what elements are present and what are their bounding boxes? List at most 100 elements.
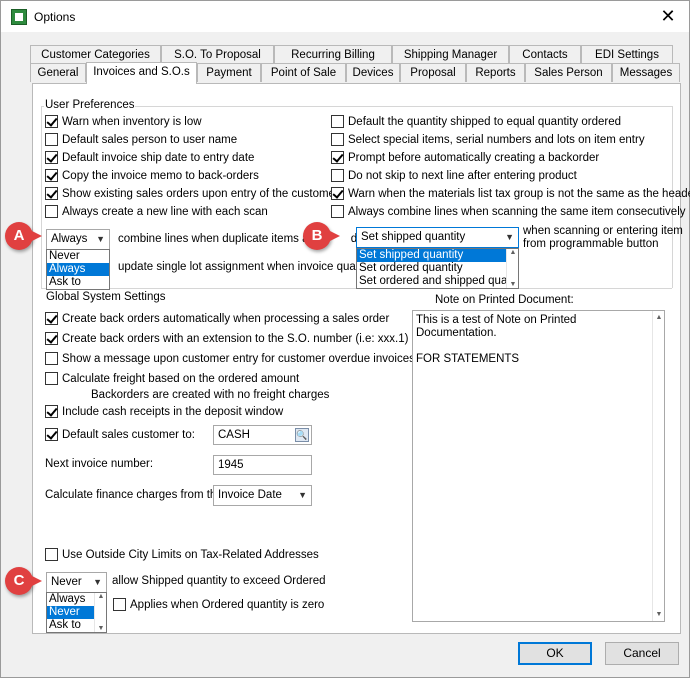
dropdown-option[interactable]: Ask to	[47, 619, 94, 632]
scroll-down-icon[interactable]: ▼	[653, 611, 665, 618]
checkbox-box[interactable]	[331, 151, 344, 164]
checkbox-include-cash-receipts-in-the-deposit-win[interactable]: Include cash receipts in the deposit win…	[45, 405, 283, 418]
tab-payment[interactable]: Payment	[197, 63, 261, 82]
checkbox-box[interactable]	[45, 372, 58, 385]
next-invoice-label: Next invoice number:	[45, 458, 154, 470]
callout-badge-b: B	[303, 222, 340, 250]
checkbox-box[interactable]	[45, 115, 58, 128]
scanning-label-2: from programmable button	[523, 238, 659, 250]
checkbox-box[interactable]	[45, 187, 58, 200]
note-label: Note on Printed Document:	[435, 294, 574, 306]
tab-edi-settings[interactable]: EDI Settings	[581, 45, 673, 64]
combine-lines-combo[interactable]: Always ▼	[46, 229, 110, 250]
checkbox-box[interactable]	[45, 352, 58, 365]
outside-city-checkbox[interactable]: Use Outside City Limits on Tax-Related A…	[45, 548, 319, 561]
checkbox-warn-when-the-materials-list-tax-group-i[interactable]: Warn when the materials list tax group i…	[331, 187, 690, 200]
checkbox-default-the-quantity-shipped-to-equal-qu[interactable]: Default the quantity shipped to equal qu…	[331, 115, 621, 128]
checkbox-copy-the-invoice-memo-to-back-orders[interactable]: Copy the invoice memo to back-orders	[45, 169, 259, 182]
checkbox-default-sales-customer-to[interactable]: Default sales customer to:	[45, 428, 195, 441]
close-icon[interactable]: ✕	[657, 5, 679, 27]
dropdown-option[interactable]: Always	[47, 593, 94, 606]
dropdown-option[interactable]: Always	[47, 263, 109, 276]
checkbox-always-create-a-new-line-with-each-scan[interactable]: Always create a new line with each scan	[45, 205, 268, 218]
tab-general[interactable]: General	[30, 63, 86, 82]
dropdown-option[interactable]: Never	[47, 606, 94, 619]
tab-reports[interactable]: Reports	[466, 63, 525, 82]
next-invoice-input[interactable]: 1945	[213, 455, 312, 475]
tab-proposal[interactable]: Proposal	[400, 63, 466, 82]
checkbox-create-back-orders-with-an-extension-to-[interactable]: Create back orders with an extension to …	[45, 332, 408, 345]
scroll-down-icon[interactable]: ▼	[507, 281, 519, 288]
shipped-quantity-combo[interactable]: Set shipped quantity ▼	[356, 227, 519, 248]
checkbox-box[interactable]	[45, 133, 58, 146]
finance-charges-label: Calculate finance charges from the	[45, 489, 223, 501]
scroll-down-icon[interactable]: ▼	[95, 625, 107, 632]
checkbox-default-sales-person-to-user-name[interactable]: Default sales person to user name	[45, 133, 237, 146]
dropdown-option[interactable]: Set ordered and shipped quar	[357, 275, 506, 288]
tab-contacts[interactable]: Contacts	[509, 45, 581, 64]
checkbox-box[interactable]	[331, 205, 344, 218]
checkbox-default-invoice-ship-date-to-entry-date[interactable]: Default invoice ship date to entry date	[45, 151, 254, 164]
scroll-up-icon[interactable]: ▲	[507, 249, 519, 256]
checkbox-select-special-items-serial-numbers-and-[interactable]: Select special items, serial numbers and…	[331, 133, 645, 146]
checkbox-label: Default invoice ship date to entry date	[62, 151, 255, 164]
checkbox-create-back-orders-automatically-when-pr[interactable]: Create back orders automatically when pr…	[45, 312, 389, 325]
zero-quantity-checkbox[interactable]: Applies when Ordered quantity is zero	[113, 598, 324, 611]
options-window: Options ✕ Customer Categories S.O. To Pro…	[0, 0, 690, 678]
tab-invoices-and-s-o-s[interactable]: Invoices and S.O.s	[86, 62, 197, 84]
tab-shipping-manager[interactable]: Shipping Manager	[392, 45, 509, 64]
dropdown-option[interactable]: Never	[47, 250, 109, 263]
ok-button[interactable]: OK	[518, 642, 592, 665]
checkbox-prompt-before-automatically-creating-a-b[interactable]: Prompt before automatically creating a b…	[331, 151, 599, 164]
exceed-ordered-dropdown[interactable]: Always Never Ask to ▲ ▼	[46, 592, 107, 633]
finance-charges-combo[interactable]: Invoice Date ▼	[213, 485, 312, 506]
checkbox-calculate-freight-based-on-the-ordered-a[interactable]: Calculate freight based on the ordered a…	[45, 372, 299, 385]
checkbox-box[interactable]	[331, 169, 344, 182]
scanning-label-1: when scanning or entering item	[523, 225, 683, 237]
checkbox-label: Always combine lines when scanning the s…	[348, 205, 686, 218]
checkbox-box[interactable]	[45, 405, 58, 418]
checkbox-box[interactable]	[45, 151, 58, 164]
scroll-up-icon[interactable]: ▲	[95, 593, 107, 600]
checkbox-do-not-skip-to-next-line-after-entering-[interactable]: Do not skip to next line after entering …	[331, 169, 577, 182]
checkbox-show-existing-sales-orders-upon-entry-of[interactable]: Show existing sales orders upon entry of…	[45, 187, 339, 200]
checkbox-box[interactable]	[45, 428, 58, 441]
checkbox-box[interactable]	[45, 205, 58, 218]
tab-recurring-billing[interactable]: Recurring Billing	[274, 45, 392, 64]
checkbox-box[interactable]	[331, 187, 344, 200]
title-bar: Options ✕	[1, 1, 689, 32]
tab-devices[interactable]: Devices	[346, 63, 400, 82]
checkbox-warn-when-inventory-is-low[interactable]: Warn when inventory is low	[45, 115, 202, 128]
dropdown-scrollbar[interactable]: ▲ ▼	[506, 249, 518, 288]
dropdown-option[interactable]: Set ordered quantity	[357, 262, 506, 275]
exceed-ordered-combo[interactable]: Never ▼	[46, 572, 107, 593]
note-text: This is a test of Note on Printed Docume…	[416, 314, 577, 365]
note-scrollbar[interactable]: ▲ ▼	[652, 311, 664, 621]
tab-point-of-sale[interactable]: Point of Sale	[261, 63, 346, 82]
dropdown-option[interactable]: Set shipped quantity	[357, 249, 506, 262]
dropdown-option[interactable]: Ask to	[47, 276, 109, 289]
checkbox-box[interactable]	[331, 133, 344, 146]
checkbox-show-a-message-upon-customer-entry-for-c[interactable]: Show a message upon customer entry for c…	[45, 352, 415, 365]
checkbox-always-combine-lines-when-scanning-the-s[interactable]: Always combine lines when scanning the s…	[331, 205, 686, 218]
tab-sales-person[interactable]: Sales Person	[525, 63, 612, 82]
checkbox-box[interactable]	[113, 598, 126, 611]
checkbox-box[interactable]	[45, 332, 58, 345]
freight-note: Backorders are created with no freight c…	[91, 389, 330, 401]
lookup-icon[interactable]: 🔍	[295, 428, 309, 442]
combine-lines-dropdown[interactable]: Never Always Ask to	[46, 249, 110, 290]
checkbox-box[interactable]	[45, 312, 58, 325]
checkbox-box[interactable]	[331, 115, 344, 128]
window-title: Options	[34, 10, 76, 24]
default-customer-input[interactable]: CASH 🔍	[213, 425, 312, 445]
shipped-quantity-dropdown[interactable]: Set shipped quantity Set ordered quantity…	[356, 248, 519, 289]
checkbox-label: Include cash receipts in the deposit win…	[62, 405, 284, 418]
note-textarea[interactable]: This is a test of Note on Printed Docume…	[412, 310, 665, 622]
dropdown-scrollbar[interactable]: ▲ ▼	[94, 593, 106, 632]
checkbox-box[interactable]	[45, 169, 58, 182]
cancel-button[interactable]: Cancel	[605, 642, 679, 665]
checkbox-label: Create back orders with an extension to …	[62, 332, 409, 345]
checkbox-box[interactable]	[45, 548, 58, 561]
tab-messages[interactable]: Messages	[612, 63, 680, 82]
scroll-up-icon[interactable]: ▲	[653, 314, 665, 321]
